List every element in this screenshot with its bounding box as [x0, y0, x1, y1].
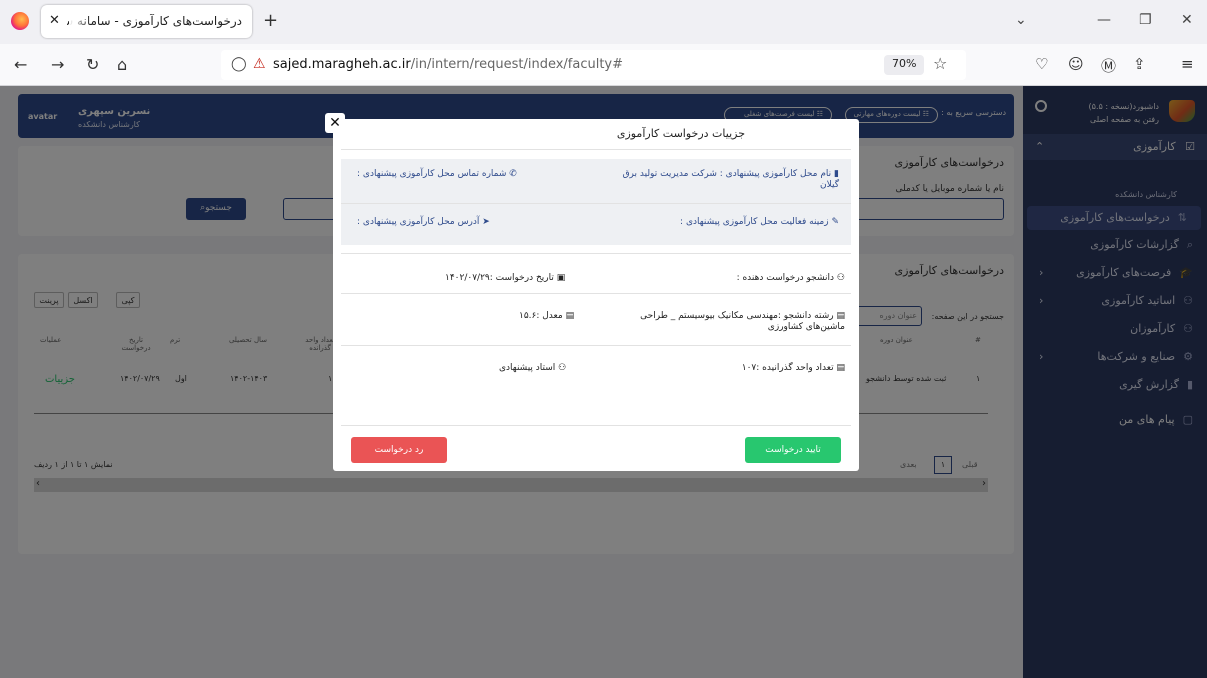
- modal-header-divider: [341, 149, 851, 150]
- student-label: ⚇ دانشجو درخواست دهنده :: [737, 273, 845, 284]
- advisor-text: استاد پیشنهادی: [499, 363, 556, 373]
- bookmark-star-icon[interactable]: ☆: [933, 54, 947, 73]
- reload-icon[interactable]: ↻: [86, 55, 99, 74]
- request-date-text: تاریخ درخواست :۱۴۰۲/۰۷/۲۹: [445, 273, 554, 283]
- tab-list-chevron-icon[interactable]: ⌄: [1015, 12, 1027, 28]
- place-field-label: ✎ زمینه فعالیت محل کارآموزی پیشنهادی :: [680, 217, 839, 228]
- back-icon[interactable]: ←: [14, 55, 27, 74]
- close-tab-icon[interactable]: ✕: [49, 13, 60, 28]
- place-phone-label: ✆ شماره تماس محل کارآموزی پیشنهادی :: [357, 169, 517, 180]
- student-text: دانشجو درخواست دهنده :: [736, 273, 835, 283]
- url-bar[interactable]: ◯ ⚠ sajed.maragheh.ac.ir/in/intern/reque…: [221, 50, 966, 80]
- browser-tab[interactable]: ✕ درخواست‌های کارآموزی - سامانه ساجد: [41, 5, 252, 38]
- row-divider-2: [341, 345, 851, 346]
- phone-icon: ✆: [509, 169, 517, 179]
- url-text[interactable]: sajed.maragheh.ac.ir/in/intern/request/i…: [273, 57, 623, 72]
- account-icon[interactable]: Ⓜ: [1101, 55, 1116, 76]
- browser-tab-bar: ✕ درخواست‌های کارآموزی - سامانه ساجد + ⌄…: [0, 0, 1207, 44]
- place-phone-text: شماره تماس محل کارآموزی پیشنهادی :: [357, 169, 507, 179]
- reject-request-button[interactable]: رد درخواست: [351, 437, 447, 463]
- location-arrow-icon: ➤: [482, 217, 490, 227]
- place-box-divider: [341, 203, 851, 204]
- place-name-label: ▮ نام محل کارآموزی پیشنهادی : شرکت مدیری…: [609, 169, 839, 191]
- row-divider-1: [341, 293, 851, 294]
- forward-icon[interactable]: →: [51, 55, 64, 74]
- restore-icon[interactable]: ❐: [1139, 12, 1152, 28]
- modal-section-divider: [341, 253, 851, 254]
- place-name-text: نام محل کارآموزی پیشنهادی : شرکت مدیریت …: [622, 169, 839, 190]
- major-text: رشته دانشجو :مهندسی مکانیک بیوسیستم _ طر…: [640, 311, 845, 332]
- request-date-label: ▣ تاریخ درخواست :۱۴۰۲/۰۷/۲۹: [445, 273, 565, 284]
- major-label: ▤ رشته دانشجو :مهندسی مکانیک بیوسیستم _ …: [630, 311, 845, 333]
- gpa-label: ▤ معدل :۱۵.۶: [519, 311, 574, 322]
- browser-nav-bar: ← → ↻ ⌂ ◯ ⚠ sajed.maragheh.ac.ir/in/inte…: [0, 44, 1207, 86]
- zoom-level[interactable]: 70%: [884, 55, 925, 75]
- document-icon: ▮: [834, 169, 839, 179]
- insecure-lock-icon[interactable]: ⚠: [253, 56, 266, 72]
- menu-icon[interactable]: ≡: [1181, 55, 1194, 73]
- units-label: ▤ تعداد واحد گذرانیده :۱۰۷: [742, 363, 845, 374]
- approve-request-button[interactable]: تایید درخواست: [745, 437, 841, 463]
- gpa-text: معدل :۱۵.۶: [519, 311, 563, 321]
- place-address-label: ➤ آدرس محل کارآموزی پیشنهادی :: [357, 217, 490, 228]
- pocket-icon[interactable]: ♡: [1035, 55, 1048, 73]
- share-icon[interactable]: ⇪: [1133, 55, 1146, 73]
- file-icon: ▤: [836, 363, 845, 373]
- units-text: تعداد واحد گذرانیده :۱۰۷: [741, 363, 834, 373]
- extension-icon[interactable]: ☺: [1068, 55, 1084, 73]
- tab-title-fade: [69, 9, 91, 33]
- request-details-modal: ✕ جزییات درخواست کارآموزی ▮ نام محل کارآ…: [325, 113, 859, 471]
- new-tab-icon[interactable]: +: [263, 10, 278, 31]
- user-icon: ⚇: [836, 273, 845, 283]
- minimize-icon[interactable]: —: [1097, 12, 1111, 28]
- firefox-logo-icon[interactable]: [11, 12, 29, 30]
- calendar-icon: ▣: [556, 273, 566, 283]
- place-info-box: ▮ نام محل کارآموزی پیشنهادی : شرکت مدیری…: [341, 159, 851, 245]
- home-icon[interactable]: ⌂: [117, 55, 127, 74]
- user-icon: ⚇: [558, 363, 567, 373]
- close-icon[interactable]: ✕: [325, 113, 345, 133]
- pencil-icon: ✎: [831, 217, 839, 227]
- place-field-text: زمینه فعالیت محل کارآموزی پیشنهادی :: [680, 217, 829, 227]
- file-icon: ▤: [836, 311, 845, 321]
- modal-footer-divider: [341, 425, 851, 426]
- shield-icon[interactable]: ◯: [231, 56, 247, 72]
- place-address-text: آدرس محل کارآموزی پیشنهادی :: [357, 217, 480, 227]
- modal-title: جزییات درخواست کارآموزی: [616, 127, 745, 140]
- advisor-label: ⚇ استاد پیشنهادی: [499, 363, 566, 374]
- tab-title: درخواست‌های کارآموزی - سامانه ساجد: [67, 14, 242, 28]
- file-icon: ▤: [565, 311, 575, 321]
- close-window-icon[interactable]: ✕: [1181, 12, 1193, 28]
